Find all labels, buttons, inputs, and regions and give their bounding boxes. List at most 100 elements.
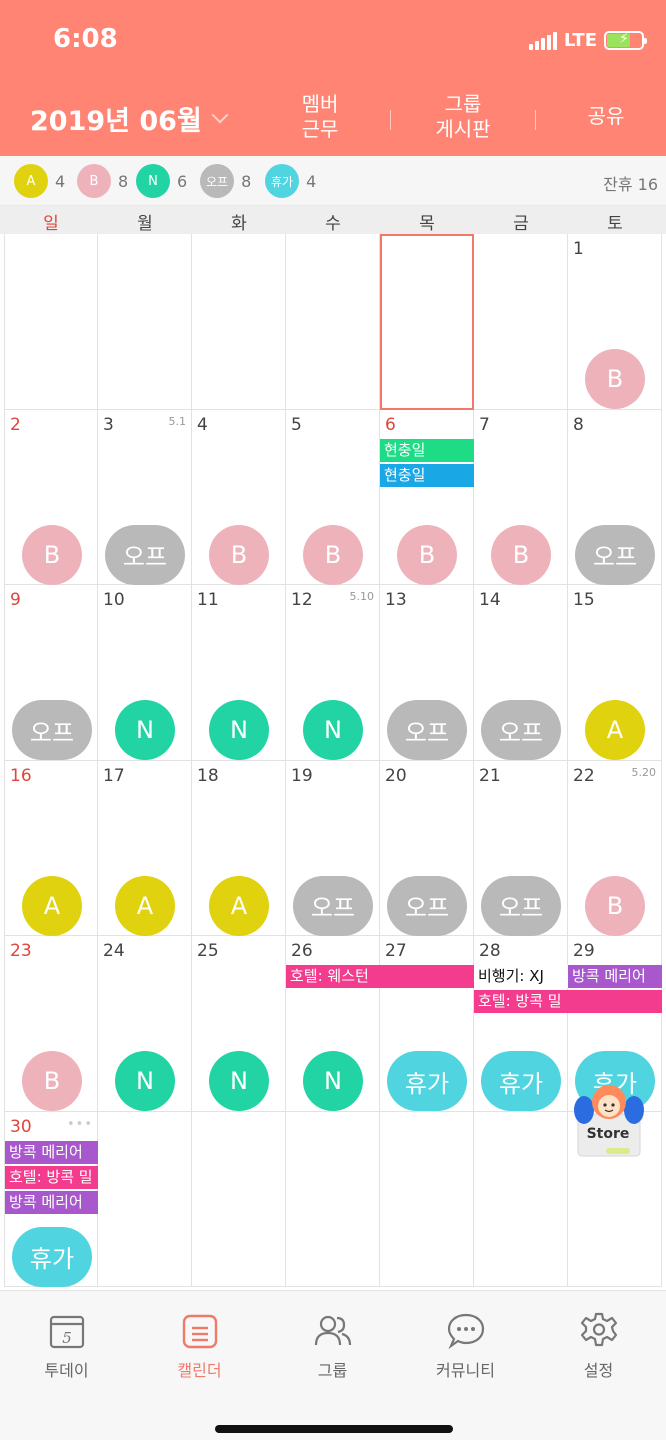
calendar-day-cell[interactable]: 13 오프 (380, 585, 474, 761)
day-number: 17 (103, 765, 125, 786)
member-shifts-button[interactable]: 멤버 근무 (290, 92, 350, 142)
battery-icon: ⚡ (604, 31, 647, 50)
calendar-day-cell[interactable]: 2B (4, 409, 98, 585)
weekday-label: 수 (325, 214, 341, 234)
day-number: 28 (479, 941, 501, 961)
store-button[interactable]: Store (572, 1078, 644, 1158)
day-number: 11 (197, 590, 219, 610)
tab-today[interactable]: 5 투데이 (0, 1311, 133, 1381)
tab-label: 설정 (583, 1361, 614, 1380)
calendar-day-cell[interactable]: 14 오프 (474, 585, 568, 761)
calendar-empty-cell[interactable] (286, 234, 380, 410)
calendar-empty-cell[interactable] (474, 1111, 568, 1287)
calendar-day-cell[interactable]: 22 5.20 B (568, 760, 662, 936)
calendar-day-cell[interactable]: 17 A (98, 760, 192, 936)
calendar-day-cell[interactable]: 6 현충일 현충일 B (380, 409, 474, 585)
summary-count: 8 (241, 171, 252, 191)
calendar-day-cell[interactable]: 15 A (568, 585, 662, 761)
month-selector[interactable]: 2019년 06월 (30, 99, 229, 138)
day-number: 25 (197, 941, 219, 961)
calendar-day-cell[interactable]: 25 N (192, 936, 286, 1112)
calendar-day-cell[interactable]: 19 오프 (286, 760, 380, 936)
event-bar[interactable]: 호텔: 방콕 밀 (5, 1165, 99, 1189)
chevron-down-icon (211, 106, 229, 123)
app-header: 6:08 LTE ⚡ 2019년 06월 멤버 근무 그룹 게시판 공유 (0, 0, 666, 156)
calendar-day-cell[interactable]: 12 5.10 N (286, 585, 380, 761)
calendar-day-cell[interactable]: 27 휴가 (380, 936, 474, 1112)
calendar-day-cell[interactable]: 30 ••• 방콕 메리어 호텔: 방콕 밀 방콕 메리어 휴가 (4, 1111, 99, 1287)
summary-item-off: 오프 8 (200, 164, 251, 198)
calendar-empty-cell[interactable] (98, 1111, 192, 1287)
day-number: 6 (385, 414, 396, 435)
calendar-day-cell[interactable]: 23 B (4, 936, 98, 1112)
calendar-empty-cell[interactable] (380, 1111, 474, 1287)
calendar-day-cell[interactable]: 21 오프 (474, 760, 568, 936)
calendar-day-cell[interactable]: 10 N (98, 585, 192, 761)
day-number: 5 (291, 414, 302, 435)
calendar-empty-cell[interactable] (4, 234, 98, 410)
summary-badge: B (77, 164, 111, 198)
tab-gear[interactable]: 설정 (532, 1311, 665, 1381)
lunar-date: 5.10 (349, 590, 375, 603)
shift-badge-off: 오프 (575, 524, 655, 585)
group-board-button[interactable]: 그룹 게시판 (425, 92, 501, 142)
day-number: 19 (291, 765, 313, 786)
tab-group[interactable]: 그룹 (266, 1311, 399, 1381)
event-bar[interactable] (568, 990, 662, 1013)
event-bar[interactable]: 호텔: 웨스턴 (286, 965, 380, 988)
calendar-day-cell[interactable]: 28 비행기: XJ 호텔: 방콕 밀 휴가 (474, 936, 568, 1112)
event-bar[interactable]: 현충일 (380, 463, 474, 487)
event-bar[interactable]: 방콕 메리어 (5, 1190, 99, 1214)
calendar-day-cell[interactable]: 9 오프 (4, 585, 98, 761)
shift-badge-N: N (209, 1051, 269, 1111)
calendar-empty-cell[interactable] (192, 1111, 286, 1287)
share-button[interactable]: 공유 (578, 104, 634, 129)
summary-badge: 오프 (200, 164, 235, 198)
event-bar[interactable]: 비행기: XJ (474, 965, 568, 988)
calendar-day-cell[interactable]: 18 A (192, 760, 286, 936)
calendar-empty-cell[interactable] (286, 1111, 380, 1287)
day-number: 1 (573, 239, 584, 259)
shift-badge-B: B (585, 349, 645, 409)
day-number: 24 (103, 941, 125, 961)
shift-badge-A: A (22, 875, 82, 936)
weekday-header: 일월화수목금토 (0, 206, 666, 234)
calendar-empty-cell[interactable] (192, 234, 286, 410)
calendar-empty-cell[interactable] (474, 234, 568, 410)
event-bar[interactable]: 현충일 (380, 438, 474, 462)
network-label: LTE (563, 30, 597, 51)
summary-badge: N (136, 164, 170, 198)
calendar-day-cell[interactable]: 5B (286, 409, 380, 585)
day-number: 7 (479, 414, 490, 435)
calendar-day-cell[interactable]: 7B (474, 409, 568, 585)
calendar-day-cell[interactable]: 1B (568, 234, 662, 410)
tab-label: 그룹 (317, 1361, 348, 1380)
event-bar[interactable]: 방콕 메리어 (568, 965, 662, 988)
signal-icon (528, 31, 557, 50)
calendar-day-cell[interactable]: 11 N (192, 585, 286, 761)
event-bar[interactable]: 호텔: 방콕 밀 (474, 990, 568, 1013)
home-indicator[interactable] (215, 1425, 453, 1433)
calendar-day-cell[interactable]: 4B (192, 409, 286, 585)
calendar-empty-cell[interactable] (380, 234, 474, 410)
day-number: 21 (479, 765, 501, 786)
summary-item-N: N6 (136, 164, 187, 198)
calendar-empty-cell[interactable] (98, 234, 192, 410)
day-number: 13 (385, 590, 407, 610)
summary-item-A: A4 (14, 164, 65, 198)
day-number: 15 (573, 590, 595, 610)
tab-calendar[interactable]: 캘린더 (133, 1311, 266, 1381)
day-number: 2 (10, 414, 21, 435)
calendar-day-cell[interactable]: 8 오프 (568, 409, 662, 585)
calendar-day-cell[interactable]: 26 호텔: 웨스턴 N (286, 936, 380, 1112)
tab-chat-bubble[interactable]: 커뮤니티 (399, 1311, 532, 1381)
day-number: 20 (385, 765, 407, 786)
shift-badge-A: A (115, 875, 175, 936)
calendar-day-cell[interactable]: 3 5.1 오프 (98, 409, 192, 585)
calendar-day-cell[interactable]: 16 A (4, 760, 98, 936)
event-bar[interactable]: 방콕 메리어 (5, 1140, 99, 1164)
calendar-day-cell[interactable]: 24 N (98, 936, 192, 1112)
event-bar[interactable] (380, 965, 474, 988)
more-events-icon[interactable]: ••• (67, 1117, 93, 1132)
calendar-day-cell[interactable]: 20 오프 (380, 760, 474, 936)
